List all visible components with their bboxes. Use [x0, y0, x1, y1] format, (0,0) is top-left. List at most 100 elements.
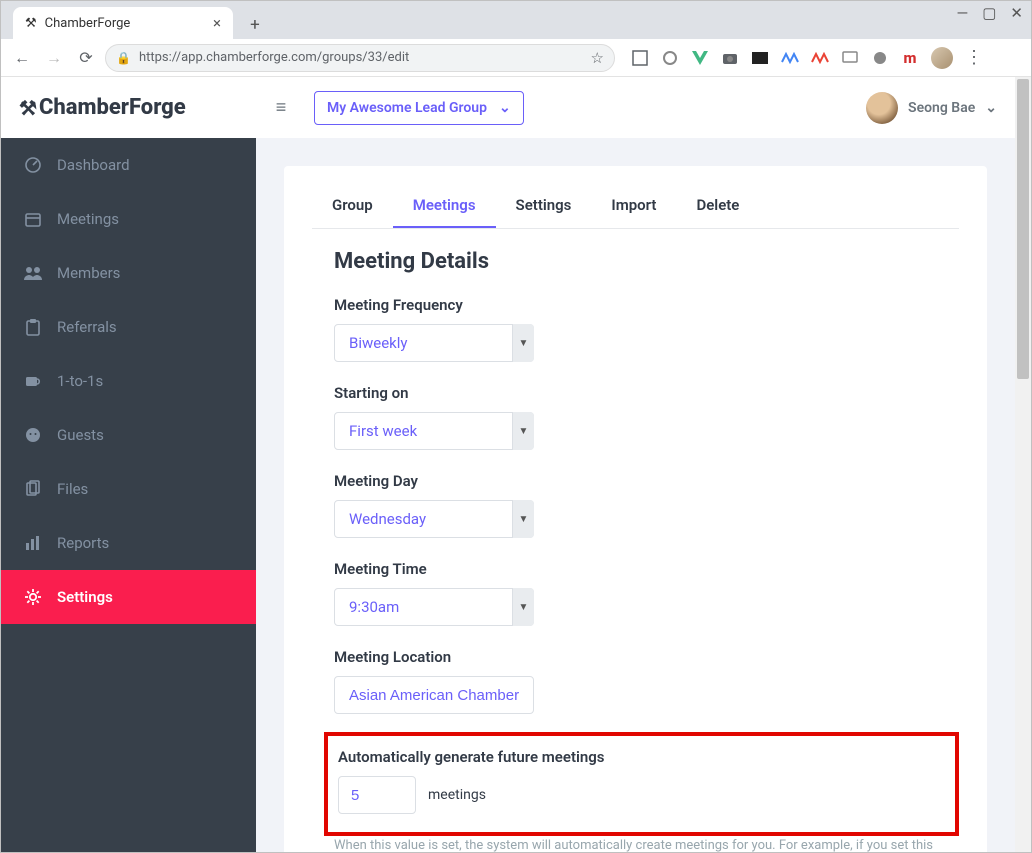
- location-label: Meeting Location: [334, 648, 959, 666]
- user-menu[interactable]: Seong Bae ⌄: [866, 92, 997, 124]
- tab-label: Settings: [516, 196, 572, 214]
- sidebar-item-label: Reports: [57, 534, 109, 552]
- tab-label: Import: [611, 196, 656, 214]
- sidebar-toggle-button[interactable]: ≡: [266, 93, 296, 123]
- avatar: [866, 92, 898, 124]
- app-logo[interactable]: ⚒ ChamberForge: [1, 77, 256, 138]
- gauge-icon: [23, 156, 43, 174]
- auto-generate-input[interactable]: [338, 776, 416, 814]
- browser-menu-icon[interactable]: ⋮: [965, 47, 983, 68]
- sidebar-item-label: Guests: [57, 426, 104, 444]
- user-name: Seong Bae: [908, 100, 975, 116]
- chevron-down-icon: ▼: [512, 412, 534, 450]
- chevron-down-icon: ⌄: [985, 100, 997, 116]
- sidebar-item-settings[interactable]: Settings: [1, 570, 256, 624]
- tab-label: Meetings: [413, 196, 476, 214]
- auto-generate-label: Automatically generate future meetings: [338, 748, 945, 766]
- bar-chart-icon: [23, 535, 43, 551]
- forward-button[interactable]: →: [41, 45, 67, 71]
- browser-profile-avatar[interactable]: [931, 47, 953, 69]
- settings-card: Group Meetings Settings Import Delete Me…: [284, 166, 987, 852]
- sidebar-item-files[interactable]: Files: [1, 462, 256, 516]
- ext-icon-wave-1[interactable]: [781, 49, 799, 67]
- sidebar-item-label: Dashboard: [57, 156, 130, 174]
- ext-icon-circle[interactable]: [871, 49, 889, 67]
- ext-icon-chat[interactable]: [841, 49, 859, 67]
- sidebar-item-1to1s[interactable]: 1-to-1s: [1, 354, 256, 408]
- frequency-select[interactable]: Biweekly: [334, 324, 534, 362]
- hammer-icon: ⚒: [19, 96, 37, 120]
- sidebar-item-label: Referrals: [57, 318, 117, 336]
- extension-icons: m ⋮: [631, 47, 983, 69]
- ext-icon-terminal[interactable]: [751, 49, 769, 67]
- sidebar-item-label: Files: [57, 480, 88, 498]
- time-label: Meeting Time: [334, 560, 959, 578]
- tab-title: ChamberForge: [45, 16, 131, 31]
- location-input[interactable]: [334, 676, 534, 714]
- ext-icon-camera[interactable]: [721, 49, 739, 67]
- auto-generate-suffix: meetings: [428, 787, 486, 803]
- sidebar-item-referrals[interactable]: Referrals: [1, 300, 256, 354]
- ext-icon-2[interactable]: [661, 49, 679, 67]
- sidebar-item-guests[interactable]: Guests: [1, 408, 256, 462]
- group-selector[interactable]: My Awesome Lead Group ⌄: [314, 91, 524, 125]
- time-select[interactable]: 9:30am: [334, 588, 534, 626]
- tab-meetings[interactable]: Meetings: [393, 184, 496, 228]
- group-selector-label: My Awesome Lead Group: [327, 100, 487, 116]
- tab-delete[interactable]: Delete: [676, 184, 759, 228]
- tabs: Group Meetings Settings Import Delete: [312, 184, 959, 229]
- window-close-icon[interactable]: ✕: [1010, 4, 1023, 22]
- highlight-annotation: Automatically generate future meetings m…: [324, 732, 959, 836]
- tab-label: Group: [332, 196, 373, 214]
- scrollbar[interactable]: [1015, 77, 1031, 852]
- select-value: 9:30am: [349, 598, 399, 616]
- select-value: Wednesday: [349, 510, 426, 528]
- gear-icon: [23, 588, 43, 606]
- tab-group[interactable]: Group: [312, 184, 393, 228]
- sidebar: Dashboard Meetings Members Referrals 1-t…: [1, 77, 256, 852]
- bookmark-star-icon[interactable]: ☆: [591, 49, 604, 67]
- address-bar: ← → ⟳ 🔒 https://app.chamberforge.com/gro…: [1, 39, 1031, 77]
- window-maximize-icon[interactable]: ▢: [982, 4, 996, 22]
- sidebar-item-members[interactable]: Members: [1, 246, 256, 300]
- back-button[interactable]: ←: [9, 45, 35, 71]
- sidebar-item-meetings[interactable]: Meetings: [1, 192, 256, 246]
- close-tab-icon[interactable]: ×: [213, 14, 221, 32]
- browser-tab[interactable]: ⚒ ChamberForge ×: [13, 7, 233, 39]
- sidebar-item-label: Settings: [57, 588, 113, 606]
- sidebar-item-label: Meetings: [57, 210, 119, 228]
- sidebar-item-dashboard[interactable]: Dashboard: [1, 138, 256, 192]
- users-icon: [23, 265, 43, 281]
- starting-label: Starting on: [334, 384, 959, 402]
- favicon: ⚒: [25, 16, 37, 31]
- sidebar-item-label: Members: [57, 264, 120, 282]
- select-value: Biweekly: [349, 334, 408, 352]
- clipboard-icon: [23, 318, 43, 336]
- copy-icon: [23, 480, 43, 498]
- app-header: ⚒ ChamberForge ≡ My Awesome Lead Group ⌄…: [1, 77, 1015, 138]
- window-minimize-icon[interactable]: —: [957, 4, 969, 22]
- chevron-down-icon: ⌄: [499, 100, 511, 116]
- frequency-label: Meeting Frequency: [334, 296, 959, 314]
- new-tab-button[interactable]: +: [241, 11, 269, 39]
- ext-icon-m[interactable]: m: [901, 49, 919, 67]
- ext-icon-wave-2[interactable]: [811, 49, 829, 67]
- url-field[interactable]: 🔒 https://app.chamberforge.com/groups/33…: [105, 44, 615, 72]
- tab-label: Delete: [696, 196, 739, 214]
- reload-button[interactable]: ⟳: [73, 45, 99, 71]
- ext-icon-1[interactable]: [631, 49, 649, 67]
- ext-icon-vue[interactable]: [691, 49, 709, 67]
- face-icon: [23, 426, 43, 444]
- day-select[interactable]: Wednesday: [334, 500, 534, 538]
- starting-select[interactable]: First week: [334, 412, 534, 450]
- tab-import[interactable]: Import: [591, 184, 676, 228]
- tab-settings[interactable]: Settings: [496, 184, 592, 228]
- sidebar-item-reports[interactable]: Reports: [1, 516, 256, 570]
- auto-generate-help: When this value is set, the system will …: [334, 836, 959, 852]
- lock-icon: 🔒: [116, 51, 131, 65]
- scrollbar-thumb[interactable]: [1017, 79, 1029, 379]
- browser-tab-strip: ⚒ ChamberForge × + — ▢ ✕: [1, 1, 1031, 39]
- chevron-down-icon: ▼: [512, 588, 534, 626]
- coffee-icon: [23, 373, 43, 389]
- select-value: First week: [349, 422, 417, 440]
